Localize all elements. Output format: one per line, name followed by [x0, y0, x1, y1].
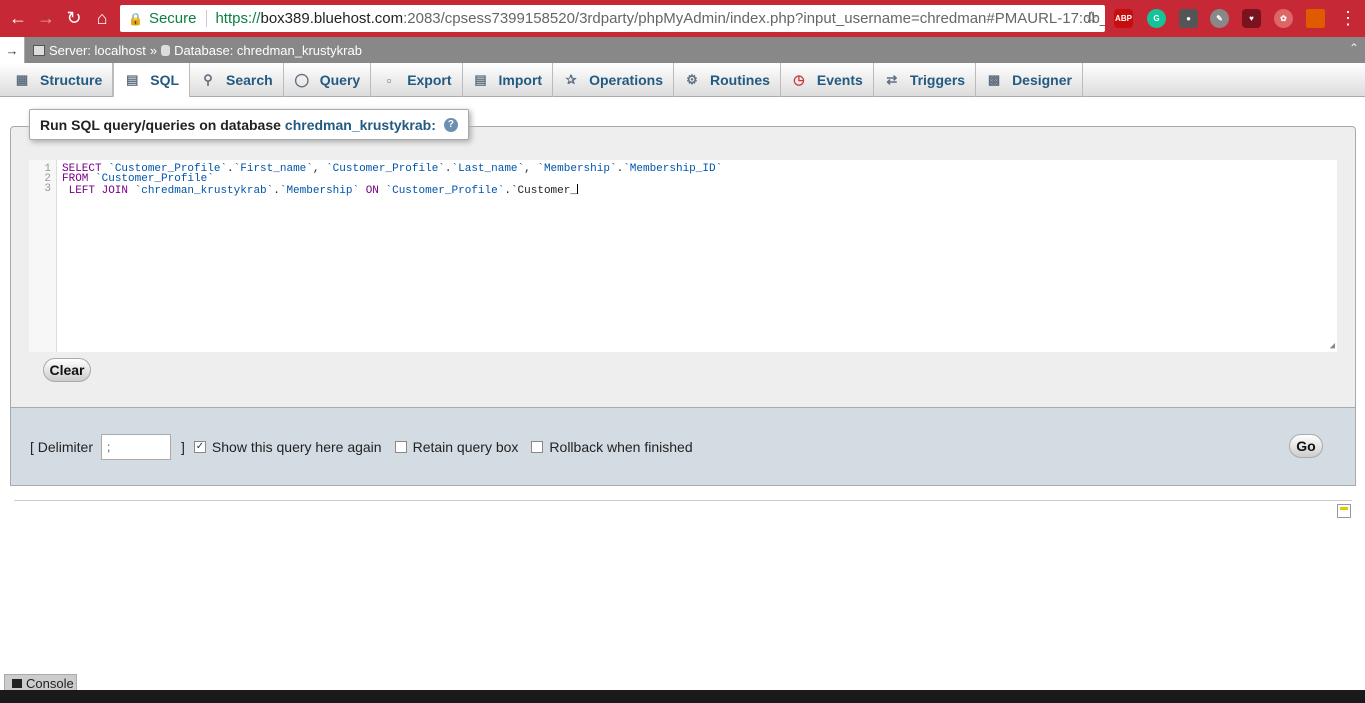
breadcrumb-server[interactable]: Server: localhost [33, 43, 146, 58]
navigation-toggle-icon[interactable]: → [0, 37, 25, 63]
rollback-checkbox[interactable] [531, 440, 544, 453]
database-icon [161, 44, 171, 56]
sql-code[interactable]: SELECT `Customer_Profile`.`First_name`, … [62, 164, 722, 197]
retain-query-label: Retain query box [412, 438, 519, 455]
forward-icon[interactable]: → [32, 4, 60, 32]
notes-icon[interactable] [1337, 504, 1351, 518]
palette-extension-icon[interactable]: ✿ [1274, 9, 1293, 28]
bookmark-extension-icon[interactable] [1306, 9, 1325, 28]
adblock-extension-icon[interactable]: ABP [1114, 9, 1133, 28]
text-cursor [576, 184, 578, 194]
query-icon: ◯ [294, 72, 309, 87]
tab-triggers[interactable]: ⇄ Triggers [874, 63, 977, 97]
search-icon: ⚲ [203, 72, 213, 87]
designer-icon: ▩ [987, 72, 1001, 87]
back-icon[interactable]: ← [4, 4, 32, 32]
tab-structure[interactable]: ▦ Structure [4, 63, 114, 97]
console-icon [12, 678, 22, 688]
delimiter-close-label: ] [181, 438, 185, 455]
edit-extension-icon[interactable]: ✎ [1210, 9, 1229, 28]
browser-toolbar: ← → ↻ ⌂ 🔒 Secure https:// box389.bluehos… [0, 0, 1365, 37]
tab-label: Import [498, 72, 543, 88]
structure-icon: ▦ [15, 72, 29, 87]
location-extension-icon[interactable]: ● [1179, 9, 1198, 28]
help-icon[interactable]: ? [443, 117, 458, 132]
breadcrumb-database[interactable]: Database: chredman_krustykrab [161, 43, 362, 58]
go-button[interactable]: Go [1289, 434, 1323, 458]
tab-label: Designer [1012, 72, 1072, 88]
breadcrumb: → Server: localhost » Database: chredman… [0, 37, 1365, 63]
tab-label: Search [226, 72, 273, 88]
rollback-label: Rollback when finished [549, 438, 693, 455]
code-line-3: LEFT JOIN `chredman_krustykrab`.`Members… [62, 184, 578, 197]
tab-routines[interactable]: ⚙ Routines [674, 63, 781, 97]
line-number-gutter: 1 2 3 [29, 160, 57, 352]
server-icon [33, 44, 45, 56]
tab-operations[interactable]: ✰ Operations [553, 63, 674, 97]
secure-label: Secure [148, 10, 197, 27]
tab-label: Events [816, 72, 863, 88]
tab-sql[interactable]: ▤ SQL [113, 63, 191, 97]
home-icon[interactable]: ⌂ [88, 4, 116, 32]
tab-label: Routines [710, 72, 770, 88]
url-protocol: https:// [215, 10, 261, 27]
retain-query-checkbox[interactable] [394, 440, 407, 453]
clock-icon: ◷ [793, 72, 805, 87]
url-host: box389.bluehost.com [260, 10, 404, 27]
tab-designer[interactable]: ▩ Designer [976, 63, 1083, 97]
tab-label: Structure [40, 72, 103, 88]
grammarly-extension-icon[interactable]: G [1147, 9, 1166, 28]
tab-label: Triggers [909, 72, 966, 88]
tab-import[interactable]: ▤ Import [463, 63, 554, 97]
tab-export[interactable]: ▫ Export [371, 63, 463, 97]
tab-bar: ▦ Structure ▤ SQL ⚲ Search ◯ Query ▫ Export ▤… [0, 63, 1365, 97]
resize-handle-icon[interactable]: ◢ [1330, 341, 1335, 351]
show-query-checkbox[interactable]: ✓ [193, 440, 206, 453]
content-divider [14, 500, 1352, 501]
legend-text: Run SQL query/queries on database [40, 116, 281, 133]
sql-editor[interactable]: 1 2 3 SELECT `Customer_Profile`.`First_n… [29, 160, 1337, 352]
import-icon: ▤ [474, 72, 487, 87]
address-bar[interactable]: 🔒 Secure https:// box389.bluehost.com :2… [120, 5, 1105, 32]
tab-label: Export [407, 72, 452, 88]
sql-query-legend: Run SQL query/queries on database chredm… [29, 109, 469, 140]
tab-search[interactable]: ⚲ Search [190, 63, 284, 97]
routines-icon: ⚙ [686, 72, 698, 87]
clear-button[interactable]: Clear [43, 358, 91, 382]
tab-label: SQL [150, 72, 180, 88]
url-path: :2083/cpsess7399158520/3rdparty/phpMyAdm… [403, 10, 1105, 27]
breadcrumb-database-label: Database: chredman_krustykrab [174, 42, 362, 58]
delimiter-input[interactable] [101, 433, 172, 460]
export-icon: ▫ [386, 72, 392, 88]
code-line-2: FROM `Customer_Profile` [62, 173, 214, 185]
sql-icon: ▤ [126, 72, 139, 87]
reload-icon[interactable]: ↻ [60, 4, 88, 32]
wrench-icon: ✰ [565, 72, 577, 87]
tab-label: Operations [589, 72, 663, 88]
menu-icon[interactable]: ⋮ [1334, 4, 1362, 32]
line-number: 3 [44, 183, 51, 195]
breadcrumb-separator: » [149, 42, 158, 58]
os-taskbar [0, 690, 1365, 703]
show-query-label: Show this query here again [211, 438, 382, 455]
tab-label: Query [319, 72, 361, 88]
triggers-icon: ⇄ [886, 72, 898, 87]
breadcrumb-server-label: Server: localhost [49, 42, 146, 58]
tab-query[interactable]: ◯ Query [284, 63, 372, 97]
tab-events[interactable]: ◷ Events [781, 63, 874, 97]
delimiter-label: [ Delimiter [30, 438, 94, 455]
legend-database-link[interactable]: chredman_krustykrab: [285, 117, 436, 133]
lock-icon: 🔒 [128, 11, 143, 26]
query-options-bar: [ Delimiter ] ✓ Show this query here aga… [10, 407, 1356, 486]
bookmark-star-icon[interactable]: ☆ [1084, 8, 1099, 28]
collapse-icon[interactable]: ⌃ [1349, 41, 1359, 55]
omnibox-separator [206, 10, 208, 27]
console-label: Console [26, 675, 74, 691]
pocket-extension-icon[interactable]: ♥ [1242, 9, 1261, 28]
